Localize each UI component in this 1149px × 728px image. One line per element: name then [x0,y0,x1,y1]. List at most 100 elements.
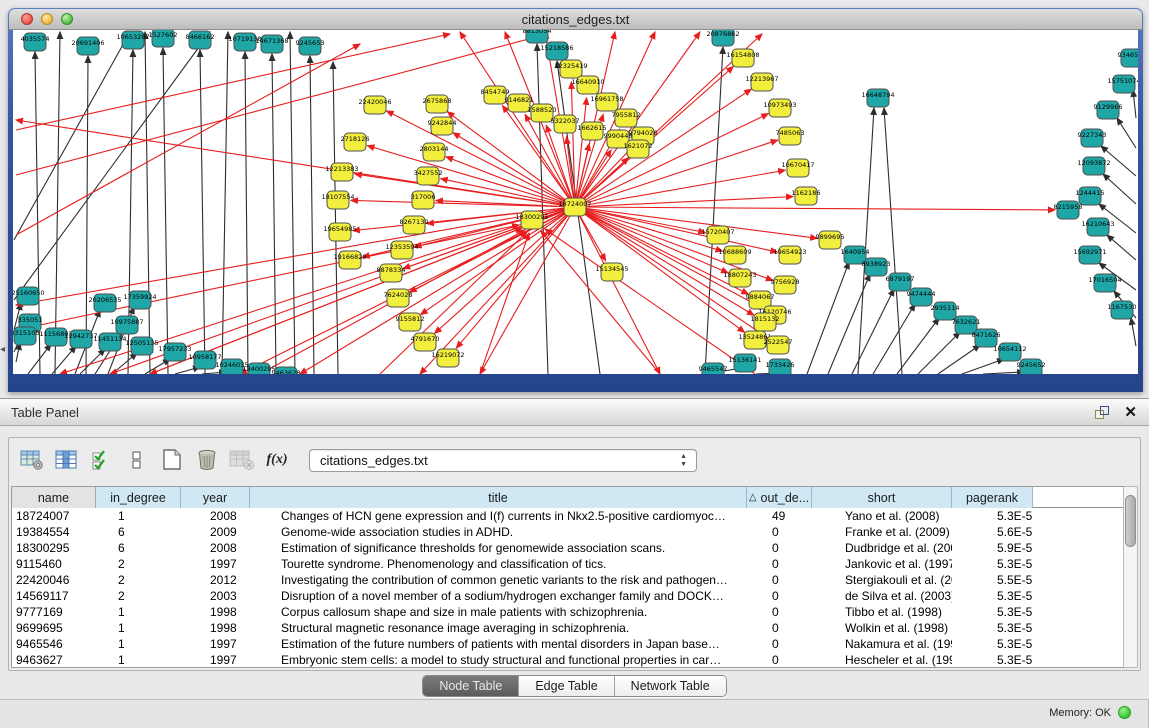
table-row[interactable]: 911546021997Tourette syndrome. Phenomeno… [12,556,1124,572]
column-header-year[interactable]: year [181,487,250,508]
network-window-title: citations_edges.txt [9,12,1142,27]
column-header-title[interactable]: title [250,487,747,508]
table-row[interactable]: 1872400712008Changes of HCN gene express… [12,508,1124,524]
cell: Embryonic stem cells: a model to study s… [250,652,747,668]
cell: 2009 [181,524,250,540]
table-body: 1872400712008Changes of HCN gene express… [12,508,1124,668]
graph-node-label: 8267130 [400,218,429,226]
graph-node-label: 9463628 [272,369,301,374]
graph-node-label: 12353594 [385,243,418,251]
graph-edge [145,32,150,374]
column-header-pagerank[interactable]: pagerank [952,487,1033,508]
graph-node-label: 9884067 [746,293,775,301]
graph-node-label: 16210643 [1081,220,1114,228]
cell: 0 [747,588,812,604]
cell: 2008 [181,508,250,524]
table-row[interactable]: 946362711997Embryonic stem cells: a mode… [12,652,1124,668]
cell: 6 [96,524,181,540]
cell: 0 [747,636,812,652]
column-header-name[interactable]: name [12,487,96,508]
network-canvas[interactable]: 1872400718300295224200462718126122133831… [13,30,1138,374]
network-svg: 1872400718300295224200462718126122133831… [13,30,1138,374]
column-header-out_de[interactable]: △out_de... [747,487,812,508]
select-all-columns-icon[interactable] [87,446,117,474]
table-scrollbar-thumb[interactable] [1125,495,1136,547]
table-row[interactable]: 1456911722003Disruption of a novel membe… [12,588,1124,604]
table-chooser-value: citations_edges.txt [320,453,428,468]
table-row[interactable]: 1830029562008Estimation of significance … [12,540,1124,556]
new-column-icon[interactable] [157,446,187,474]
cell: Estimation of the future numbers of pati… [250,636,747,652]
memory-status-icon[interactable] [1118,706,1131,719]
graph-edge [16,36,540,175]
delete-table-icon[interactable] [227,446,257,474]
panel-collapse-arrow-icon[interactable]: ◂ [0,344,5,355]
graph-edge [807,262,849,374]
column-header-in_degree[interactable]: in_degree [96,487,181,508]
table-mode-icon[interactable] [17,446,47,474]
graph-node-label: 1662615 [578,124,607,132]
graph-edge [705,47,723,374]
memory-status-label: Memory: OK [1049,707,1111,719]
graph-node-label: 10688609 [718,248,751,256]
function-builder-icon[interactable]: f(x) [262,446,292,474]
cell: 18724007 [12,508,96,524]
graph-edge [145,359,170,374]
graph-node-label: 12213967 [745,75,778,83]
graph-edge [884,108,902,374]
graph-edge [310,56,314,374]
graph-edge [1131,318,1136,346]
network-window-titlebar[interactable]: citations_edges.txt [9,9,1142,30]
tab-node-table[interactable]: Node Table [423,676,519,696]
table-row[interactable]: 946554611997Estimation of the future num… [12,636,1124,652]
table-row[interactable]: 977716911998Corpus callosum shape and si… [12,604,1124,620]
tab-network-table[interactable]: Network Table [615,676,726,696]
graph-node-label: 20691406 [71,39,104,47]
graph-node-label: 14671368 [255,37,288,45]
graph-node-label: 9990448 [604,132,633,140]
table-row[interactable]: 969969511998Structural magnetic resonanc… [12,620,1124,636]
close-panel-icon[interactable]: ✕ [1124,406,1137,420]
cell: 2 [96,556,181,572]
graph-node-label: 19654923 [773,248,806,256]
cell: 2 [96,572,181,588]
tab-edge-table[interactable]: Edge Table [519,676,614,696]
show-column-icon[interactable] [52,446,82,474]
graph-node-label: 8878334 [377,266,406,274]
cell: 1997 [181,556,250,572]
float-panel-icon[interactable] [1095,406,1110,420]
network-window[interactable]: citations_edges.txt 18724007183002952242… [8,8,1143,392]
table-row[interactable]: 2242004622012Investigating the contribut… [12,572,1124,588]
graph-node-label: 5322037 [551,117,580,125]
graph-nodes[interactable]: 1872400718300295224200462718126122133831… [13,30,1138,374]
graph-edge [415,207,575,247]
cell: Genome-wide association studies in ADHD. [250,524,747,540]
graph-node-label: 17957233 [158,345,191,353]
table-scrollbar[interactable] [1123,486,1138,668]
delete-column-icon[interactable] [192,446,222,474]
dropdown-stepper-icon: ▲▼ [680,453,687,469]
table-panel-header: Table Panel ✕ [0,399,1149,426]
graph-edge [575,140,778,207]
table-tab-bar: Node TableEdge TableNetwork Table [0,675,1149,697]
cell: 9465546 [12,636,96,652]
graph-node-label: 20206535 [88,296,121,304]
table-row[interactable]: 1938455462009Genome-wide association stu… [12,524,1124,540]
cell: 1 [96,636,181,652]
graph-edge [537,44,548,374]
graph-node-label: 16219072 [431,351,464,359]
graph-node-label: 18107554 [321,193,354,201]
graph-edge [962,359,1004,374]
graph-node-label: 8813054 [523,30,552,35]
graph-node-label: 10975887 [110,318,143,326]
cell: 9463627 [12,652,96,668]
graph-node-label: 4791670 [411,335,440,343]
graph-node-label: 10973493 [763,101,796,109]
graph-edge [1107,235,1136,260]
unselect-all-columns-icon[interactable] [122,446,152,474]
graph-node-label: 16648794 [861,91,894,99]
cell: Wolkin et al. (1998) [812,620,952,636]
column-header-short[interactable]: short [812,487,952,508]
table-chooser-dropdown[interactable]: citations_edges.txt ▲▼ [309,449,697,472]
cell: Disruption of a novel member of a sodium… [250,588,747,604]
